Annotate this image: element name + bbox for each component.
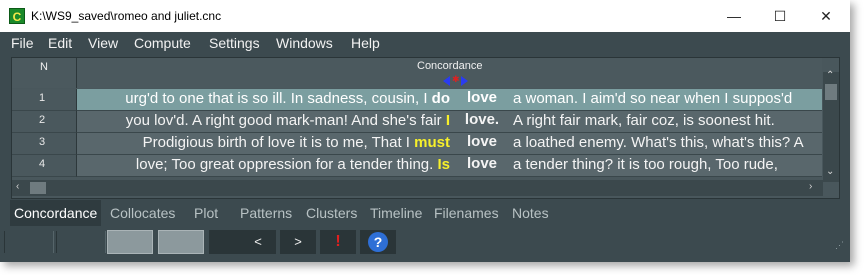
resize-grip-icon[interactable]: ⋰ — [835, 240, 844, 251]
row-number-label: 2 — [39, 114, 46, 126]
help-icon: ? — [368, 232, 388, 252]
left-context: urg'd to one that is so ill. In sadness,… — [125, 90, 450, 107]
vertical-scrollbar[interactable]: ⌃ ⌄ — [823, 70, 839, 182]
next-button[interactable]: > — [280, 230, 316, 254]
row-number-label: 4 — [39, 158, 46, 170]
sort-left-arrow-icon[interactable] — [443, 76, 450, 86]
tab-plot[interactable]: Plot — [194, 205, 218, 221]
status-button-1[interactable] — [107, 230, 153, 254]
horizontal-scrollbar[interactable]: ‹ › — [12, 180, 823, 196]
minimize-icon[interactable]: — — [711, 0, 757, 32]
keyword: love — [466, 133, 497, 150]
tab-filenames[interactable]: Filenames — [434, 205, 499, 221]
pre-keyword: do — [431, 90, 450, 107]
left-context-text: love; Too great oppression for a tender … — [135, 156, 434, 173]
concordance-grid[interactable]: N Concordance ✱ 1 urg'd to one that is s… — [11, 57, 840, 199]
menu-settings[interactable]: Settings — [209, 35, 260, 51]
status-cell-1 — [4, 231, 54, 253]
tab-clusters[interactable]: Clusters — [306, 205, 357, 221]
menu-windows[interactable]: Windows — [276, 35, 333, 51]
column-header-n-label: N — [40, 61, 48, 73]
row-number-label: 1 — [39, 92, 46, 104]
column-header-n[interactable]: N — [12, 58, 77, 88]
window-title: K:\WS9_saved\romeo and juliet.cnc — [31, 9, 222, 23]
row-number-label: 3 — [39, 136, 46, 148]
right-context: A right fair mark, fair coz, is soonest … — [513, 112, 775, 129]
row-number[interactable]: 3 — [12, 133, 77, 155]
keyword: love. — [464, 111, 500, 128]
scroll-up-icon[interactable]: ⌃ — [826, 70, 834, 81]
tab-bar: Concordance Collocates Plot Patterns Clu… — [0, 200, 850, 226]
status-bar: < > ! ? ⋰ — [0, 227, 850, 257]
menu-compute[interactable]: Compute — [134, 35, 191, 51]
horizontal-scroll-thumb[interactable] — [30, 182, 46, 194]
right-context: a loathed enemy. What's this, what's thi… — [513, 134, 804, 151]
tab-timeline[interactable]: Timeline — [370, 205, 422, 221]
status-button-2[interactable] — [158, 230, 204, 254]
status-cell-2 — [56, 231, 106, 253]
previous-button-label: < — [254, 234, 262, 249]
sort-center-marker-icon: ✱ — [452, 74, 460, 84]
next-button-label: > — [294, 234, 302, 249]
table-row[interactable]: love; Too great oppression for a tender … — [77, 155, 822, 177]
left-context-text: Prodigious birth of love it is to me, Th… — [142, 134, 410, 151]
previous-button[interactable]: < — [240, 230, 276, 254]
scroll-right-icon[interactable]: › — [809, 181, 812, 192]
column-header-concordance[interactable]: Concordance ✱ — [77, 58, 822, 88]
title-bar[interactable]: C K:\WS9_saved\romeo and juliet.cnc — ☐ … — [0, 0, 850, 33]
menu-edit[interactable]: Edit — [48, 35, 72, 51]
tab-patterns[interactable]: Patterns — [240, 205, 292, 221]
row-number[interactable]: 2 — [12, 111, 77, 133]
alert-icon: ! — [335, 233, 341, 250]
menu-view[interactable]: View — [88, 35, 118, 51]
app-window: C K:\WS9_saved\romeo and juliet.cnc — ☐ … — [0, 0, 850, 262]
pre-keyword: I — [445, 112, 450, 129]
right-context: a tender thing? it is too rough, Too rud… — [513, 156, 778, 173]
keyword: love — [466, 89, 497, 106]
left-context-text: urg'd to one that is so ill. In sadness,… — [125, 90, 428, 107]
row-number[interactable]: 4 — [12, 155, 77, 177]
left-context: Prodigious birth of love it is to me, Th… — [143, 134, 450, 151]
scroll-down-icon[interactable]: ⌄ — [826, 166, 834, 177]
maximize-icon[interactable]: ☐ — [757, 0, 803, 32]
table-row[interactable]: you lov'd. A right good mark-man! And sh… — [77, 111, 822, 133]
tab-collocates[interactable]: Collocates — [110, 205, 175, 221]
help-button[interactable]: ? — [360, 230, 396, 254]
scroll-left-icon[interactable]: ‹ — [16, 181, 19, 192]
table-row[interactable]: Prodigious birth of love it is to me, Th… — [77, 133, 822, 155]
app-icon: C — [9, 8, 25, 24]
column-header-concordance-label: Concordance — [417, 60, 483, 72]
menu-bar: File Edit View Compute Settings Windows … — [0, 32, 850, 54]
table-row[interactable]: urg'd to one that is so ill. In sadness,… — [77, 89, 822, 111]
left-context: love; Too great oppression for a tender … — [136, 156, 450, 173]
left-context-text: you lov'd. A right good mark-man! And sh… — [125, 112, 442, 129]
menu-help[interactable]: Help — [351, 35, 380, 51]
row-number[interactable]: 1 — [12, 89, 77, 111]
menu-file[interactable]: File — [11, 35, 34, 51]
close-icon[interactable]: ✕ — [803, 0, 849, 32]
tab-concordance[interactable]: Concordance — [10, 200, 102, 226]
tab-notes[interactable]: Notes — [512, 205, 549, 221]
vertical-scroll-thumb[interactable] — [825, 84, 837, 100]
right-context: a woman. I aim'd so near when I suppos'd — [513, 90, 793, 107]
keyword: love — [466, 155, 497, 172]
alert-button[interactable]: ! — [320, 230, 356, 254]
sort-right-arrow-icon[interactable] — [461, 76, 468, 86]
pre-keyword: must — [414, 134, 450, 151]
pre-keyword: Is — [437, 156, 450, 173]
left-context: you lov'd. A right good mark-man! And sh… — [126, 112, 450, 129]
